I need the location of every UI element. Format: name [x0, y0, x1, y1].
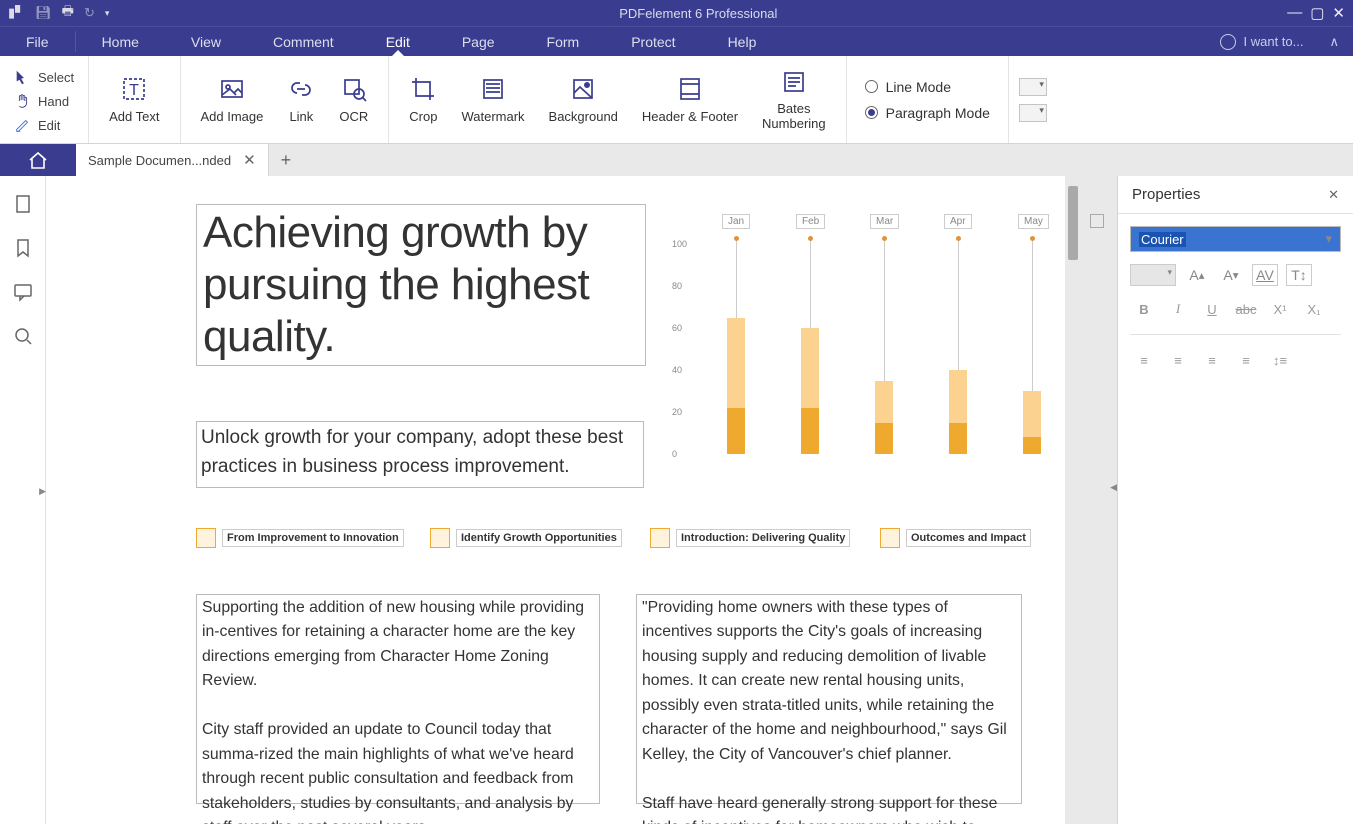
menu-edit[interactable]: Edit — [360, 27, 436, 56]
search-icon[interactable] — [13, 326, 33, 346]
scrollbar-thumb[interactable] — [1068, 186, 1078, 260]
menu-help[interactable]: Help — [702, 27, 783, 56]
close-button[interactable]: ✕ — [1332, 4, 1345, 22]
home-tab[interactable] — [0, 144, 76, 176]
menu-page[interactable]: Page — [436, 27, 521, 56]
y-tick: 20 — [672, 407, 682, 417]
header-footer-button[interactable]: Header & Footer — [636, 71, 744, 128]
section-4[interactable]: Outcomes and Impact — [880, 528, 1031, 548]
heading-text-block[interactable]: Achieving growth by pursuing the highest… — [196, 204, 646, 366]
minimize-button[interactable]: — — [1287, 4, 1302, 22]
menu-comment[interactable]: Comment — [247, 27, 360, 56]
chart-checkbox[interactable] — [1090, 214, 1104, 228]
bar — [727, 318, 745, 454]
align-left-button[interactable]: ≡ — [1130, 349, 1158, 371]
bar — [949, 370, 967, 454]
italic-button[interactable]: I — [1164, 298, 1192, 320]
svg-text:T: T — [129, 82, 139, 99]
bar — [875, 381, 893, 455]
add-text-button[interactable]: T Add Text — [103, 71, 165, 128]
collapse-ribbon-button[interactable]: ∧ — [1311, 34, 1339, 50]
document-canvas[interactable]: Achieving growth by pursuing the highest… — [46, 176, 1065, 824]
y-tick: 100 — [672, 239, 687, 249]
app-title: PDFelement 6 Professional — [109, 6, 1287, 21]
properties-title: Properties — [1132, 186, 1200, 203]
new-tab-button[interactable]: + — [269, 144, 304, 176]
paragraph-mode-radio[interactable]: Paragraph Mode — [865, 105, 990, 121]
ocr-button[interactable]: OCR — [333, 71, 374, 128]
subscript-button[interactable]: X₁ — [1300, 298, 1328, 320]
watermark-button[interactable]: Watermark — [455, 71, 530, 128]
align-right-button[interactable]: ≡ — [1198, 349, 1226, 371]
bulb-icon — [1220, 34, 1236, 50]
menu-view[interactable]: View — [165, 27, 247, 56]
background-button[interactable]: Background — [543, 71, 624, 128]
section-2[interactable]: Identify Growth Opportunities — [430, 528, 622, 548]
bookmarks-icon[interactable] — [13, 238, 33, 258]
y-tick: 60 — [672, 323, 682, 333]
section-1[interactable]: From Improvement to Innovation — [196, 528, 404, 548]
close-properties-button[interactable]: ✕ — [1328, 187, 1339, 203]
crop-button[interactable]: Crop — [403, 71, 443, 128]
properties-panel: Properties ✕ Courier▾ A▴ A▾ AV T↕ B I U … — [1117, 176, 1353, 824]
chart: 0 20 40 60 80 100 Jan Feb Mar Apr May — [664, 214, 1104, 474]
month-label: Apr — [944, 214, 972, 229]
char-spacing-button[interactable]: AV — [1252, 264, 1278, 286]
text-direction-button[interactable]: T↕ — [1286, 264, 1312, 286]
redo-icon[interactable]: ↻ — [84, 5, 95, 21]
link-button[interactable]: Link — [281, 71, 321, 128]
add-image-button[interactable]: Add Image — [195, 71, 270, 128]
font-select[interactable]: Courier▾ — [1130, 226, 1341, 252]
bold-button[interactable]: B — [1130, 298, 1158, 320]
shrink-font-button[interactable]: A▾ — [1218, 264, 1244, 286]
month-label: Jan — [722, 214, 750, 229]
select-tool[interactable]: Select — [14, 65, 74, 89]
y-tick: 80 — [672, 281, 682, 291]
dropdown-icon[interactable]: ▾ — [105, 8, 110, 19]
month-label: Feb — [796, 214, 825, 229]
expand-sidebar[interactable]: ▶ — [39, 486, 46, 497]
thumbnails-icon[interactable] — [13, 194, 33, 214]
menu-form[interactable]: Form — [521, 27, 606, 56]
bar — [1023, 391, 1041, 454]
bates-numbering-button[interactable]: Bates Numbering — [756, 64, 832, 135]
i-want-to[interactable]: I want to... — [1244, 34, 1304, 49]
hand-tool[interactable]: Hand — [14, 89, 69, 113]
edit-tool[interactable]: Edit — [14, 113, 60, 137]
menu-file[interactable]: File — [0, 27, 75, 56]
align-center-button[interactable]: ≡ — [1164, 349, 1192, 371]
grow-font-button[interactable]: A▴ — [1184, 264, 1210, 286]
menu-home[interactable]: Home — [76, 27, 165, 56]
para-right[interactable]: "Providing home owners with these types … — [636, 594, 1022, 804]
maximize-button[interactable]: ▢ — [1310, 4, 1324, 22]
align-justify-button[interactable]: ≡ — [1232, 349, 1260, 371]
bar — [801, 328, 819, 454]
y-tick: 0 — [672, 449, 677, 459]
month-label: May — [1018, 214, 1049, 229]
section-3[interactable]: Introduction: Delivering Quality — [650, 528, 850, 548]
month-label: Mar — [870, 214, 899, 229]
para-left[interactable]: Supporting the addition of new housing w… — [196, 594, 600, 804]
subtitle-text-block[interactable]: Unlock growth for your company, adopt th… — [196, 421, 644, 488]
line-mode-radio[interactable]: Line Mode — [865, 79, 990, 95]
list-style-2[interactable] — [1019, 104, 1047, 122]
document-tab-label: Sample Documen...nded — [88, 153, 231, 168]
underline-button[interactable]: U — [1198, 298, 1226, 320]
y-tick: 40 — [672, 365, 682, 375]
close-tab-button[interactable]: ✕ — [243, 151, 256, 169]
superscript-button[interactable]: X¹ — [1266, 298, 1294, 320]
expand-props-toggle[interactable]: ◀ — [1110, 482, 1117, 493]
font-size-select[interactable] — [1130, 264, 1176, 286]
line-spacing-button[interactable]: ↕≡ — [1266, 349, 1294, 371]
comments-icon[interactable] — [13, 282, 33, 302]
strike-button[interactable]: abc — [1232, 298, 1260, 320]
document-tab[interactable]: Sample Documen...nded ✕ — [76, 144, 269, 176]
list-style-1[interactable] — [1019, 78, 1047, 96]
app-menu-icon[interactable]: ▮▘ — [8, 5, 25, 21]
print-icon[interactable]: 🖶 — [62, 2, 74, 24]
save-icon[interactable]: 💾︎ — [35, 5, 52, 21]
menu-protect[interactable]: Protect — [605, 27, 701, 56]
